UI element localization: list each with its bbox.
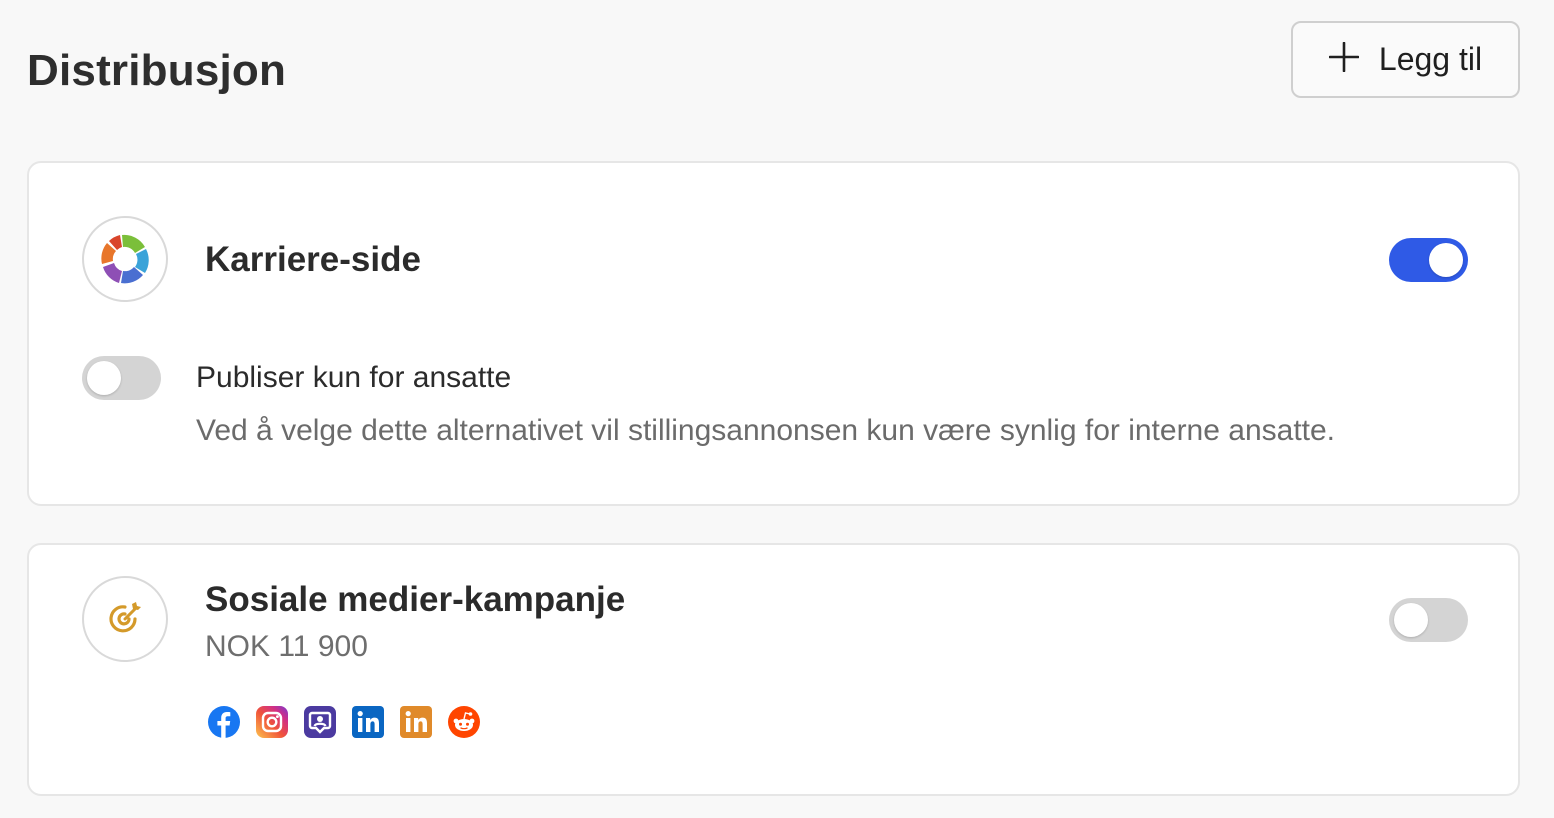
social-campaign-toggle[interactable] [1389, 598, 1468, 642]
page-title: Distribusjon [27, 46, 287, 95]
career-page-toggle[interactable] [1389, 238, 1468, 282]
colorful-ring-logo-icon [101, 234, 149, 284]
speech-bubble-person-icon [304, 706, 336, 738]
target-arrow-icon [109, 602, 141, 633]
facebook-icon [208, 706, 240, 738]
toggle-knob [1429, 243, 1463, 277]
linkedin-icon [352, 706, 384, 738]
social-campaign-logo [82, 576, 168, 662]
toggle-knob [1394, 603, 1428, 637]
employees-only-label: Publiser kun for ansatte [196, 361, 512, 394]
career-page-title: Karriere-side [205, 240, 421, 279]
add-button[interactable]: Legg til [1291, 21, 1520, 98]
social-channels [207, 705, 481, 739]
employees-only-description: Ved å velge dette alternativet vil still… [196, 414, 1336, 447]
career-page-logo [82, 216, 168, 302]
social-media-campaign-card: Sosiale medier-kampanje NOK 11 900 [27, 543, 1520, 796]
add-button-label: Legg til [1378, 41, 1483, 77]
social-campaign-title: Sosiale medier-kampanje [205, 580, 626, 619]
toggle-knob [87, 361, 121, 395]
linkedin-orange-icon [400, 706, 432, 738]
social-campaign-price: NOK 11 900 [205, 630, 368, 663]
career-page-card: Karriere-side Publiser kun for ansatte V… [27, 161, 1520, 506]
reddit-icon [448, 706, 480, 738]
instagram-icon [256, 706, 288, 738]
plus-icon [1328, 41, 1360, 77]
employees-only-toggle[interactable] [82, 356, 161, 400]
